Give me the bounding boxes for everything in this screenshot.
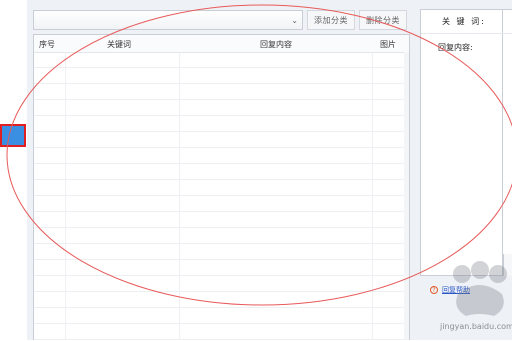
- help-icon: ?: [430, 286, 438, 294]
- table-scrollbar[interactable]: [404, 52, 409, 340]
- reply-content-label: 回复内容:: [438, 43, 473, 52]
- column-divider: [372, 52, 373, 340]
- column-divider: [65, 52, 66, 340]
- chevron-down-icon[interactable]: ⌄: [291, 16, 298, 25]
- keyword-label: 关 键 词:: [442, 17, 486, 26]
- toolbar: ⌄ 添加分类 删除分类: [33, 9, 407, 31]
- column-header-index[interactable]: 序号: [39, 39, 55, 50]
- column-header-image[interactable]: 图片: [380, 39, 396, 50]
- editor-divider: [502, 9, 503, 276]
- delete-category-button[interactable]: 删除分类: [359, 10, 407, 30]
- selected-nav-tab[interactable]: [0, 124, 26, 147]
- add-category-button[interactable]: 添加分类: [307, 10, 355, 30]
- left-nav-strip: [0, 0, 28, 340]
- column-divider: [179, 52, 180, 340]
- keyword-table: 序号 关键词 回复内容 图片: [33, 34, 410, 341]
- keyword-row-divider: [421, 33, 512, 34]
- category-select[interactable]: ⌄: [33, 10, 303, 30]
- table-header: 序号 关键词 回复内容 图片: [34, 35, 409, 53]
- column-header-keyword[interactable]: 关键词: [107, 39, 131, 50]
- column-header-reply[interactable]: 回复内容: [260, 39, 292, 50]
- table-body[interactable]: [34, 52, 409, 341]
- watermark-text: jingyan.baidu.com: [440, 322, 512, 331]
